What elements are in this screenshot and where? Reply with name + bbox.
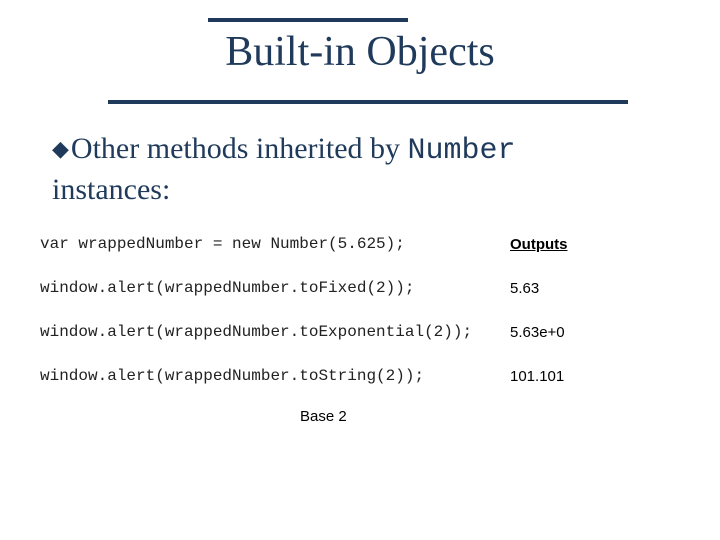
slide-body: ◆Other methods inherited by Number insta…	[52, 130, 672, 208]
code-cell: var wrappedNumber = new Number(5.625);	[40, 235, 510, 253]
title-rule-top	[208, 18, 408, 22]
footnote-base2: Base 2	[300, 408, 347, 425]
code-output-table: var wrappedNumber = new Number(5.625); O…	[40, 222, 680, 398]
bullet-item-cont: instances:	[52, 171, 672, 209]
output-cell: 5.63e+0	[510, 324, 680, 341]
title-rule-bottom	[108, 100, 628, 104]
table-row: window.alert(wrappedNumber.toFixed(2)); …	[40, 266, 680, 310]
output-cell: 101.101	[510, 368, 680, 385]
code-cell: window.alert(wrappedNumber.toString(2));	[40, 367, 510, 385]
bullet-diamond-icon: ◆	[52, 136, 69, 161]
bullet-text-pre: Other methods inherited by	[71, 132, 408, 165]
slide: Built-in Objects ◆Other methods inherite…	[0, 0, 720, 540]
outputs-header: Outputs	[510, 236, 680, 253]
table-row: window.alert(wrappedNumber.toString(2));…	[40, 354, 680, 398]
table-row: var wrappedNumber = new Number(5.625); O…	[40, 222, 680, 266]
table-row: window.alert(wrappedNumber.toExponential…	[40, 310, 680, 354]
title-area: Built-in Objects	[0, 18, 720, 76]
bullet-code: Number	[408, 134, 516, 168]
slide-title: Built-in Objects	[0, 28, 720, 76]
code-cell: window.alert(wrappedNumber.toFixed(2));	[40, 279, 510, 297]
code-cell: window.alert(wrappedNumber.toExponential…	[40, 323, 510, 341]
bullet-item: ◆Other methods inherited by Number	[52, 130, 672, 171]
output-cell: 5.63	[510, 280, 680, 297]
